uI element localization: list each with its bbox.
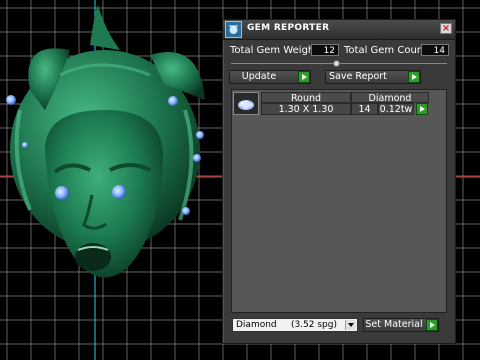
gem-count-cell: 14 bbox=[351, 103, 378, 115]
total-gem-count-value: 14 bbox=[421, 44, 449, 56]
set-material-button-label: Set Material bbox=[365, 319, 423, 330]
gem-material-header: Diamond bbox=[351, 92, 429, 104]
panel-title: GEM REPORTER bbox=[247, 23, 330, 33]
total-gem-weight-label: Total Gem Weight bbox=[230, 45, 319, 56]
set-material-go-icon[interactable] bbox=[426, 319, 438, 331]
gem-list[interactable]: Round Diamond 1.30 X 1.30 14 0.12tw bbox=[231, 89, 447, 313]
save-report-go-icon[interactable] bbox=[408, 71, 420, 83]
update-button[interactable]: Update bbox=[229, 70, 311, 84]
update-go-icon[interactable] bbox=[298, 71, 310, 83]
gem-weight-cell: 0.12tw bbox=[378, 103, 414, 115]
total-gem-count-label: Total Gem Count bbox=[344, 45, 428, 56]
update-button-label: Update bbox=[241, 71, 277, 82]
chevron-down-icon[interactable] bbox=[345, 320, 356, 330]
close-button[interactable]: × bbox=[440, 23, 452, 34]
gem-reporter-app-icon bbox=[225, 21, 242, 38]
save-report-button[interactable]: Save Report bbox=[325, 70, 421, 84]
material-select-value: Diamond (3.52 spg) bbox=[236, 320, 337, 330]
gem-row-go-icon[interactable] bbox=[416, 103, 428, 115]
gem-shape-header: Round bbox=[261, 92, 351, 104]
medusa-head-model[interactable] bbox=[0, 0, 230, 330]
total-gem-weight-value: 12 bbox=[311, 44, 339, 56]
slider-knob[interactable] bbox=[333, 60, 340, 67]
title-bar[interactable]: GEM REPORTER × bbox=[223, 20, 455, 40]
material-select[interactable]: Diamond (3.52 spg) bbox=[232, 318, 358, 332]
set-material-button[interactable]: Set Material bbox=[363, 318, 439, 332]
gem-reporter-panel: GEM REPORTER × Total Gem Weight 12 Total… bbox=[222, 19, 456, 344]
save-report-button-label: Save Report bbox=[329, 71, 387, 82]
round-gem-thumbnail-icon[interactable] bbox=[233, 92, 259, 115]
close-icon: × bbox=[441, 23, 451, 34]
gem-size-cell: 1.30 X 1.30 bbox=[261, 103, 351, 115]
